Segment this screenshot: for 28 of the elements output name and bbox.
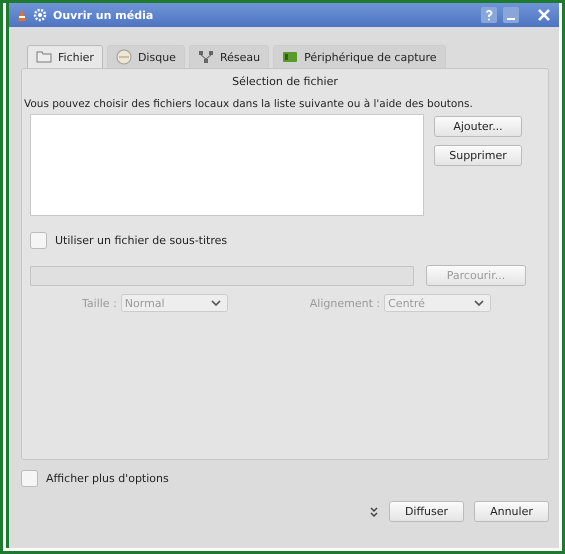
cone-icon — [17, 8, 27, 22]
chevron-icon — [474, 300, 484, 306]
list-button[interactable]: Ajouter... — [434, 116, 522, 137]
tab[interactable]: Disque — [106, 45, 185, 68]
help-icon[interactable] — [481, 7, 497, 23]
dialog-button[interactable]: Diffuser — [389, 501, 464, 522]
gear-icon[interactable] — [33, 8, 47, 22]
description-text: Vous pouvez choisir des fichiers locaux dans la liste suivante ou à l'aide des boutons. — [24, 98, 474, 110]
checkbox-label: Afficher plus d'options — [46, 472, 169, 485]
chevron-icon — [210, 300, 221, 306]
close-icon[interactable] — [537, 8, 551, 22]
minimize-icon[interactable] — [503, 7, 519, 23]
tab[interactable]: Réseau — [188, 45, 270, 68]
tab[interactable]: Périphérique de capture — [273, 45, 446, 68]
section-title: Sélection de fichier — [231, 75, 339, 88]
network-icon — [198, 50, 214, 64]
checkbox-label: Utiliser un fichier de sous-titres — [55, 234, 228, 247]
folder-icon — [36, 51, 52, 63]
size-label: Taille : — [82, 296, 117, 310]
alignment-label: Alignement : — [310, 296, 380, 310]
list-button[interactable]: Supprimer — [434, 145, 522, 166]
tab[interactable]: Fichier — [27, 45, 103, 68]
dialog-button[interactable]: Annuler — [474, 501, 549, 522]
file-list[interactable] — [30, 114, 424, 216]
checkbox[interactable] — [21, 470, 38, 487]
disc-icon — [116, 49, 132, 65]
window-title: Ouvrir un média — [53, 8, 154, 22]
card-icon — [282, 51, 298, 63]
